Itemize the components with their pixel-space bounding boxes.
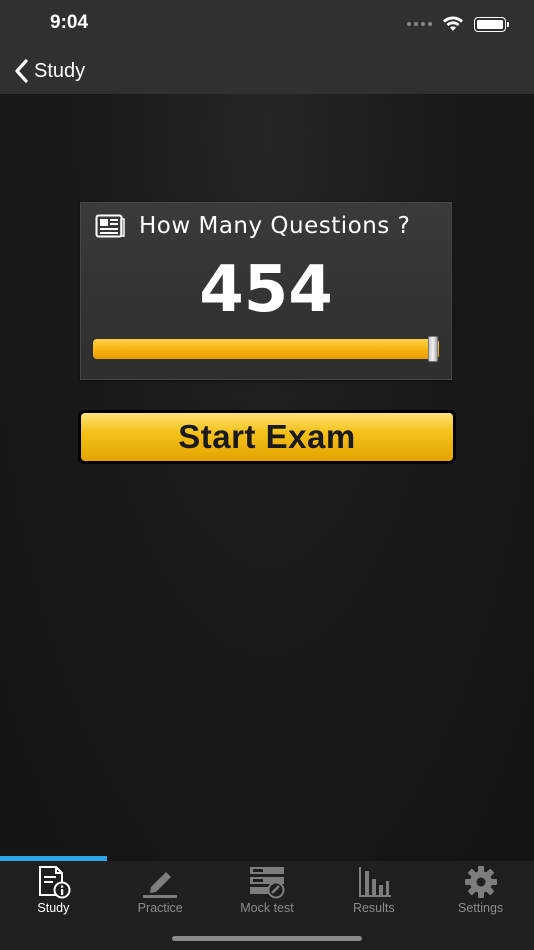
signal-dots-icon [407, 22, 432, 26]
pencil-icon [143, 872, 178, 898]
bar-chart-icon [358, 867, 391, 897]
tab-mock-test[interactable]: Mock test [214, 861, 321, 917]
tab-label: Mock test [240, 901, 294, 915]
mock-test-icon [249, 867, 285, 899]
nav-bar: Study [0, 48, 534, 94]
tab-practice[interactable]: Practice [107, 861, 214, 917]
tab-label: Practice [137, 901, 183, 915]
tab-settings[interactable]: Settings [427, 861, 534, 917]
newspaper-icon [95, 214, 125, 238]
panel-header: How Many Questions ? [95, 213, 410, 239]
question-count-slider[interactable] [93, 336, 439, 362]
content-area: How Many Questions ? 454 Start Exam [0, 94, 534, 860]
wifi-icon [443, 16, 463, 31]
slider-fill [93, 339, 439, 359]
tab-label: Settings [458, 901, 504, 915]
start-exam-button-face: Start Exam [81, 413, 453, 461]
start-exam-label: Start Exam [178, 418, 356, 455]
tab-results[interactable]: Results [320, 861, 427, 917]
home-indicator [172, 936, 362, 941]
back-label: Study [34, 59, 86, 82]
question-count: 454 [199, 253, 333, 327]
status-bar: 9:04 [0, 0, 534, 48]
study-doc-info-icon [39, 866, 71, 899]
chevron-left-icon [15, 59, 28, 83]
status-time: 9:04 [50, 12, 89, 33]
tab-label: Results [352, 901, 395, 915]
gear-icon [464, 866, 497, 898]
tab-label: Study [37, 901, 70, 915]
question-count-panel: How Many Questions ? 454 [80, 202, 452, 380]
start-exam-button[interactable]: Start Exam [78, 410, 456, 464]
back-button[interactable]: Study [14, 56, 85, 86]
battery-icon [474, 16, 509, 32]
tab-study[interactable]: Study [0, 861, 107, 917]
panel-title: How Many Questions ? [139, 213, 411, 239]
status-icons [407, 14, 509, 34]
slider-thumb[interactable] [428, 336, 438, 362]
